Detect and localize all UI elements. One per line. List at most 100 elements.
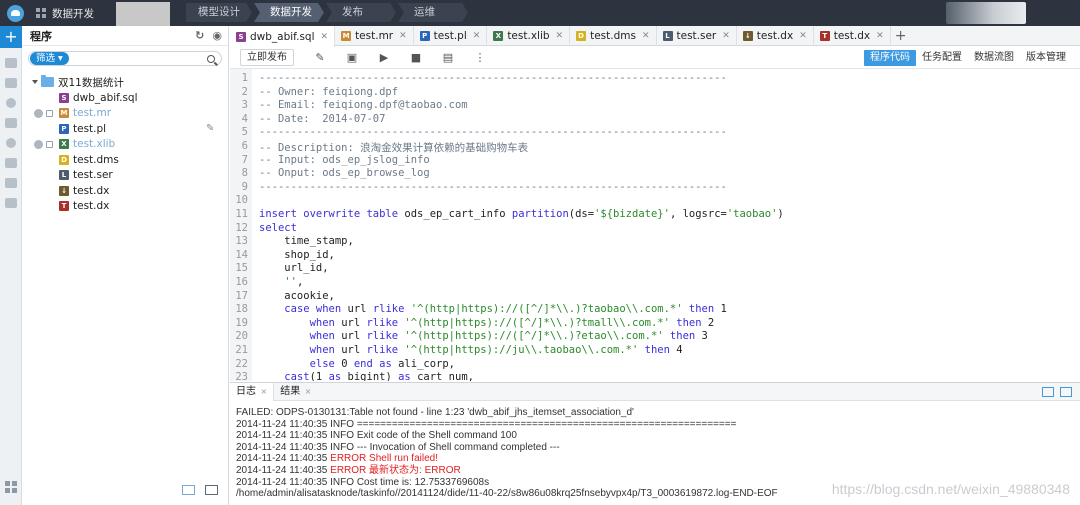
close-icon[interactable]: ✕ xyxy=(799,31,807,41)
nav-data-dev[interactable]: 数据开发 xyxy=(254,3,324,22)
close-icon[interactable]: ✕ xyxy=(556,31,564,41)
chart-icon[interactable] xyxy=(4,178,17,188)
tree-item-file[interactable]: Sdwb_abif.sql xyxy=(22,90,229,106)
close-icon[interactable]: ✕ xyxy=(473,31,481,41)
editor-tab[interactable]: Ptest.pl ✕ xyxy=(414,26,488,46)
document-icon[interactable] xyxy=(4,118,17,128)
code-token: , logsrc= xyxy=(669,208,727,220)
add-icon[interactable]: + xyxy=(0,26,22,48)
code-token: 0 xyxy=(341,357,354,370)
nav-publish[interactable]: 发布 xyxy=(326,3,396,22)
close-icon[interactable]: × xyxy=(258,387,268,396)
format-icon[interactable]: ▤ xyxy=(442,51,454,64)
close-icon[interactable]: ✕ xyxy=(399,31,407,41)
close-icon[interactable]: ✕ xyxy=(876,31,884,41)
save-icon[interactable]: ▣ xyxy=(346,51,358,64)
nav-model-design[interactable]: 模型设计 xyxy=(186,3,252,22)
expand-triangle-icon[interactable] xyxy=(32,80,38,84)
code-token: cart_num, xyxy=(417,371,474,381)
tree-item-file[interactable]: Ptest.pl ✎ xyxy=(22,121,229,137)
code-text: insert overwrite table ods_ep_cart_info … xyxy=(259,208,784,220)
log-text: 2014-11-24 11:40:35 INFO ===============… xyxy=(236,418,737,430)
code-token: then xyxy=(669,316,708,329)
add-tab-icon[interactable]: + xyxy=(891,26,911,45)
tree-item-label: test.dms xyxy=(73,153,119,166)
line-number: 19 xyxy=(235,316,248,329)
tree-item-label: test.mr xyxy=(73,107,112,120)
edit-icon[interactable]: ✎ xyxy=(206,124,215,134)
close-icon[interactable]: ✕ xyxy=(642,31,650,41)
editor-tab[interactable]: Xtest.xlib ✕ xyxy=(487,26,571,46)
editor-tab[interactable]: Ttest.dx ✕ xyxy=(814,26,891,46)
wrench-icon[interactable] xyxy=(4,158,17,168)
cloud-logo-icon[interactable] xyxy=(0,0,30,26)
app-switcher[interactable]: 数据开发 xyxy=(30,0,100,26)
close-icon[interactable]: × xyxy=(302,387,312,396)
layout-split-icon[interactable] xyxy=(182,485,195,495)
edit-icon[interactable]: ✎ xyxy=(314,51,326,64)
nav-ops[interactable]: 运维 xyxy=(398,3,468,22)
code-text: -- Date: 2014-07-07 xyxy=(259,113,385,125)
maximize-icon[interactable] xyxy=(1042,386,1054,397)
filter-button[interactable]: 筛选 ▾ xyxy=(30,52,69,65)
apps-grid-icon xyxy=(36,8,46,18)
layout-panel-icon[interactable] xyxy=(205,485,218,495)
grid-menu-icon[interactable] xyxy=(5,481,17,493)
code-line: 13 time_stamp, xyxy=(230,235,1080,249)
filter-search-box[interactable]: 筛选 ▾ xyxy=(28,51,222,66)
editor-tab[interactable]: Sdwb_abif.sql ✕ xyxy=(230,26,336,47)
tab-task-config[interactable]: 任务配置 xyxy=(916,50,968,66)
tree-item-file[interactable]: Dtest.dms xyxy=(22,152,229,168)
tree-folder[interactable]: 双11数据统计 xyxy=(22,74,229,90)
line-number: 20 xyxy=(235,330,248,343)
settings-icon[interactable] xyxy=(5,138,16,148)
tab-version-mgmt[interactable]: 版本管理 xyxy=(1020,50,1072,66)
sidebar-header: 程序 ↻ ◉ xyxy=(22,26,228,46)
editor-tab[interactable]: Mtest.mr ✕ xyxy=(335,26,414,46)
tree-item-file[interactable]: Ttest.dx xyxy=(22,199,229,215)
code-token: case when xyxy=(284,303,348,316)
code-line: 5 ---------------------------------------… xyxy=(230,126,1080,140)
code-text: case when url rlike '^(http|https)://([^… xyxy=(259,303,727,315)
run-icon[interactable]: ▶ xyxy=(378,51,390,64)
editor-tab[interactable]: Dtest.dms ✕ xyxy=(570,26,657,46)
editor-tab[interactable]: ↓ test.dx ✕ xyxy=(737,26,814,46)
code-token: partition xyxy=(511,208,569,220)
file-tree: 双11数据统计 Sdwb_abif.sql Mtest.mr Ptest.pl ✎ Xt… xyxy=(22,74,229,214)
tree-item-file[interactable]: Xtest.xlib xyxy=(22,137,229,153)
tab-result[interactable]: 结果 × xyxy=(274,383,317,401)
table-icon[interactable] xyxy=(4,78,17,88)
tree-item-file[interactable]: Ltest.ser xyxy=(22,168,229,184)
tree-item-file[interactable]: ↓ test.dx xyxy=(22,183,229,199)
tab-label: test.dx xyxy=(833,30,871,42)
tab-label: dwb_abif.sql xyxy=(250,30,315,43)
log-line: 2014-11-24 11:40:35 INFO Exit code of th… xyxy=(236,430,1080,442)
clock-icon[interactable] xyxy=(5,98,16,108)
code-token: url xyxy=(341,330,367,343)
code-editor[interactable]: 1 ---------------------------------------… xyxy=(230,69,1080,381)
stop-icon[interactable]: ■ xyxy=(410,51,422,64)
tree-item-file[interactable]: Mtest.mr xyxy=(22,106,229,122)
more-icon[interactable]: ⋮ xyxy=(474,51,486,64)
line-number: 12 xyxy=(235,221,248,234)
folder-icon[interactable] xyxy=(4,58,17,68)
tab-data-flow[interactable]: 数据流图 xyxy=(968,50,1020,66)
close-icon[interactable]: ✕ xyxy=(321,32,329,42)
file-type-icon: X xyxy=(493,31,504,41)
minimize-icon[interactable] xyxy=(1060,386,1072,397)
log-line: 2014-11-24 11:40:35 INFO ===============… xyxy=(236,419,1080,431)
trash-icon[interactable] xyxy=(4,198,17,208)
code-token: when xyxy=(309,316,342,329)
publish-now-button[interactable]: 立即发布 xyxy=(240,49,294,66)
code-text: ----------------------------------------… xyxy=(259,181,727,193)
search-icon[interactable] xyxy=(207,54,215,63)
lock-icon xyxy=(46,140,53,148)
code-token: rlike xyxy=(366,330,405,343)
tab-program-code[interactable]: 程序代码 xyxy=(864,49,916,66)
left-icon-bar: + xyxy=(0,26,22,505)
locate-icon[interactable]: ◉ xyxy=(212,29,222,42)
tab-log[interactable]: 日志 × xyxy=(230,382,275,401)
editor-tab[interactable]: Ltest.ser ✕ xyxy=(657,26,737,46)
close-icon[interactable]: ✕ xyxy=(722,31,730,41)
refresh-icon[interactable]: ↻ xyxy=(195,29,204,42)
